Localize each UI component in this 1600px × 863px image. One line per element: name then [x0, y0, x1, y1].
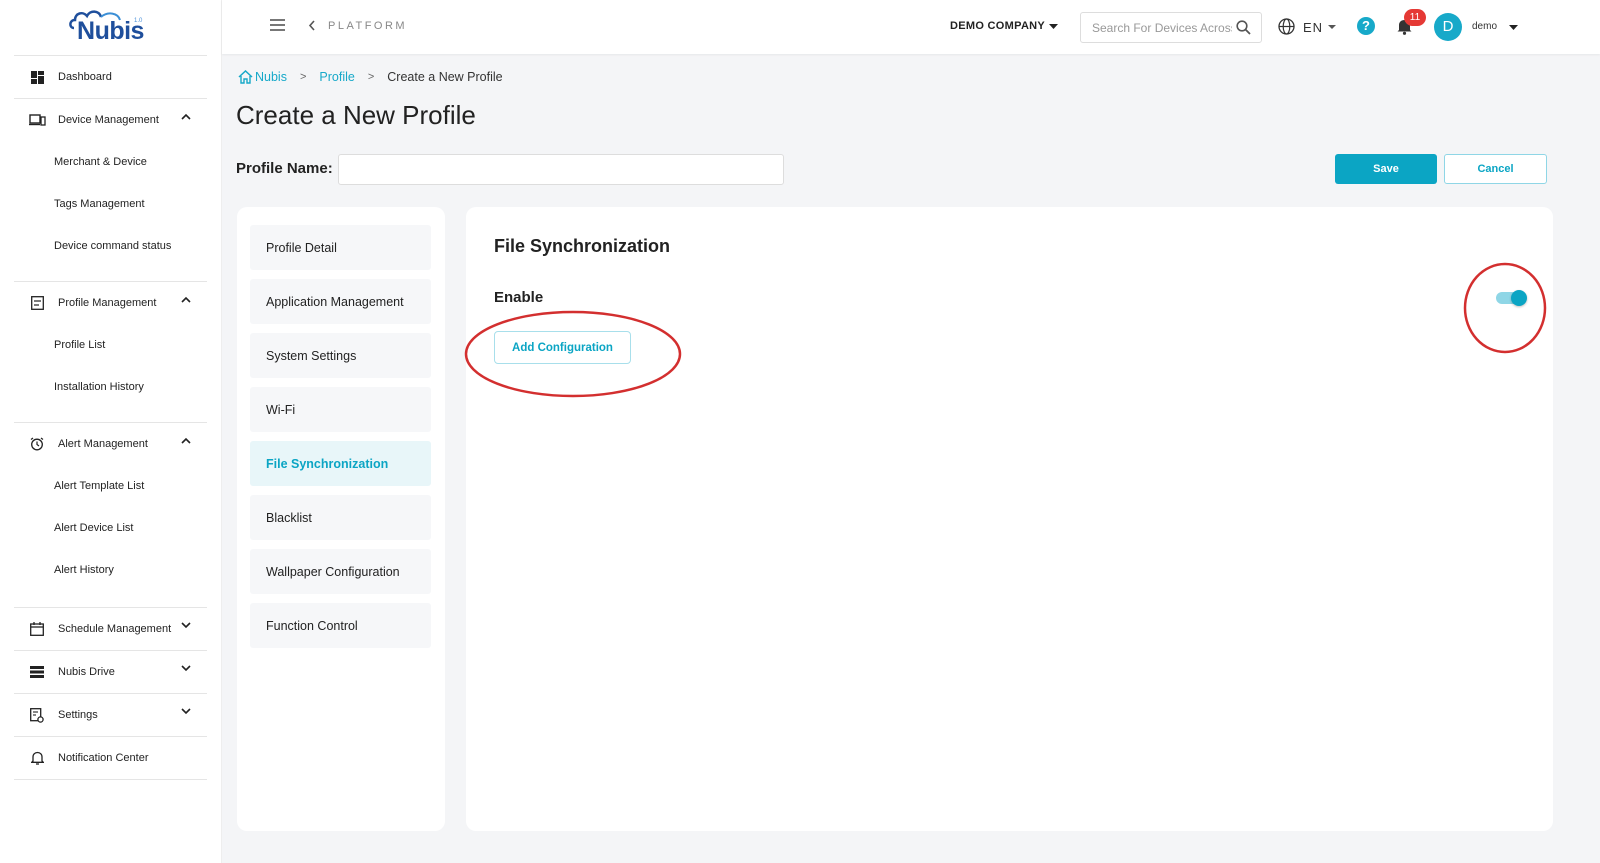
enable-toggle[interactable]	[1496, 290, 1527, 306]
sidebar-item-label: Schedule Management	[58, 623, 172, 635]
search-input[interactable]	[1092, 13, 1232, 42]
sidebar-item-schedule-management[interactable]: Schedule Management	[14, 608, 207, 650]
menu-icon[interactable]	[270, 19, 285, 31]
breadcrumb: Nubis > Profile > Create a New Profile	[238, 70, 503, 84]
menu-item-profile-detail[interactable]: Profile Detail	[250, 225, 431, 270]
sidebar-item-label: Alert Management	[58, 438, 148, 450]
menu-item-wallpaper-configuration[interactable]: Wallpaper Configuration	[250, 549, 431, 594]
breadcrumb-profile[interactable]: Profile	[319, 70, 354, 84]
add-configuration-button[interactable]: Add Configuration	[494, 331, 631, 364]
chevron-down-icon	[181, 622, 191, 629]
breadcrumb-home[interactable]: Nubis	[255, 70, 287, 84]
sidebar-item-label: Device Management	[58, 114, 159, 126]
calendar-icon	[28, 620, 46, 638]
sidebar-item-alert-history[interactable]: Alert History	[14, 549, 207, 591]
sidebar-item-alert-management[interactable]: Alert Management	[14, 423, 207, 465]
sidebar-item-nubis-drive[interactable]: Nubis Drive	[14, 651, 207, 693]
sidebar-item-alert-template-list[interactable]: Alert Template List	[14, 465, 207, 507]
breadcrumb-current: Create a New Profile	[387, 70, 503, 84]
menu-item-system-settings[interactable]: System Settings	[250, 333, 431, 378]
user-menu[interactable]: demo	[1472, 21, 1497, 32]
dashboard-icon	[28, 68, 46, 86]
chevron-up-icon	[181, 296, 191, 303]
menu-item-wifi[interactable]: Wi-Fi	[250, 387, 431, 432]
sidebar-item-settings[interactable]: Settings	[14, 694, 207, 736]
home-icon[interactable]	[238, 70, 253, 84]
storage-icon	[28, 663, 46, 681]
devices-icon	[28, 111, 46, 129]
menu-item-application-management[interactable]: Application Management	[250, 279, 431, 324]
alarm-clock-icon	[28, 435, 46, 453]
sidebar-item-alert-device-list[interactable]: Alert Device List	[14, 507, 207, 549]
profile-name-input[interactable]	[338, 154, 784, 185]
notification-badge: 11	[1404, 9, 1426, 26]
top-bar: PLATFORM DEMO COMPANY EN ? 11 D demo	[222, 0, 1600, 54]
sidebar-item-label: Settings	[58, 709, 98, 721]
cancel-button[interactable]: Cancel	[1444, 154, 1547, 184]
sidebar-item-tags-management[interactable]: Tags Management	[14, 183, 207, 225]
breadcrumb-separator-icon: >	[367, 71, 375, 83]
chevron-down-icon	[181, 708, 191, 715]
sidebar-item-device-management[interactable]: Device Management	[14, 99, 207, 141]
save-button[interactable]: Save	[1335, 154, 1437, 184]
toggle-knob	[1511, 290, 1527, 306]
search-icon[interactable]	[1236, 20, 1251, 35]
sidebar-item-label: Dashboard	[58, 71, 112, 83]
sidebar-item-profile-list[interactable]: Profile List	[14, 324, 207, 366]
company-selector[interactable]: DEMO COMPANY	[950, 20, 1045, 32]
chevron-up-icon	[181, 113, 191, 120]
nubis-logo[interactable]: 1.0 Nubis	[14, 0, 207, 56]
menu-item-blacklist[interactable]: Blacklist	[250, 495, 431, 540]
file-sync-panel: File Synchronization Enable Add Configur…	[466, 207, 1553, 831]
avatar[interactable]: D	[1434, 13, 1462, 41]
caret-down-icon[interactable]	[1509, 25, 1518, 30]
sidebar-item-label: Nubis Drive	[58, 666, 115, 678]
profile-name-label: Profile Name:	[236, 160, 333, 177]
section-title: File Synchronization	[494, 236, 671, 256]
device-search	[1080, 12, 1262, 43]
sidebar-item-device-command-status[interactable]: Device command status	[14, 225, 207, 267]
sidebar-item-merchant-device[interactable]: Merchant & Device	[14, 141, 207, 183]
bell-outline-icon	[28, 749, 46, 767]
caret-down-icon[interactable]	[1049, 24, 1058, 29]
sidebar: 1.0 Nubis Dashboard Device Management Me…	[0, 0, 222, 863]
chevron-left-icon[interactable]	[308, 19, 316, 32]
sidebar-item-label: Notification Center	[58, 752, 149, 764]
language-selector[interactable]: EN	[1303, 20, 1323, 35]
help-icon[interactable]: ?	[1357, 17, 1375, 35]
logo-text: Nubis	[77, 17, 144, 45]
chevron-up-icon	[181, 437, 191, 444]
sidebar-item-label: Profile Management	[58, 297, 157, 309]
sidebar-item-notification-center[interactable]: Notification Center	[14, 737, 207, 779]
profile-section-menu: Profile Detail Application Management Sy…	[237, 207, 445, 831]
chevron-down-icon	[181, 665, 191, 672]
sidebar-nav: Dashboard Device Management Merchant & D…	[14, 56, 207, 780]
page-title: Create a New Profile	[236, 100, 476, 130]
caret-down-icon[interactable]	[1328, 25, 1336, 29]
enable-label: Enable	[494, 289, 544, 306]
settings-document-icon	[28, 706, 46, 724]
sidebar-item-installation-history[interactable]: Installation History	[14, 366, 207, 408]
menu-item-file-synchronization[interactable]: File Synchronization	[250, 441, 431, 486]
globe-icon[interactable]	[1278, 18, 1295, 35]
profile-list-icon	[28, 294, 46, 312]
sidebar-item-dashboard[interactable]: Dashboard	[14, 56, 207, 98]
sidebar-item-profile-management[interactable]: Profile Management	[14, 282, 207, 324]
platform-label: PLATFORM	[328, 20, 408, 32]
menu-item-function-control[interactable]: Function Control	[250, 603, 431, 648]
breadcrumb-separator-icon: >	[299, 71, 307, 83]
